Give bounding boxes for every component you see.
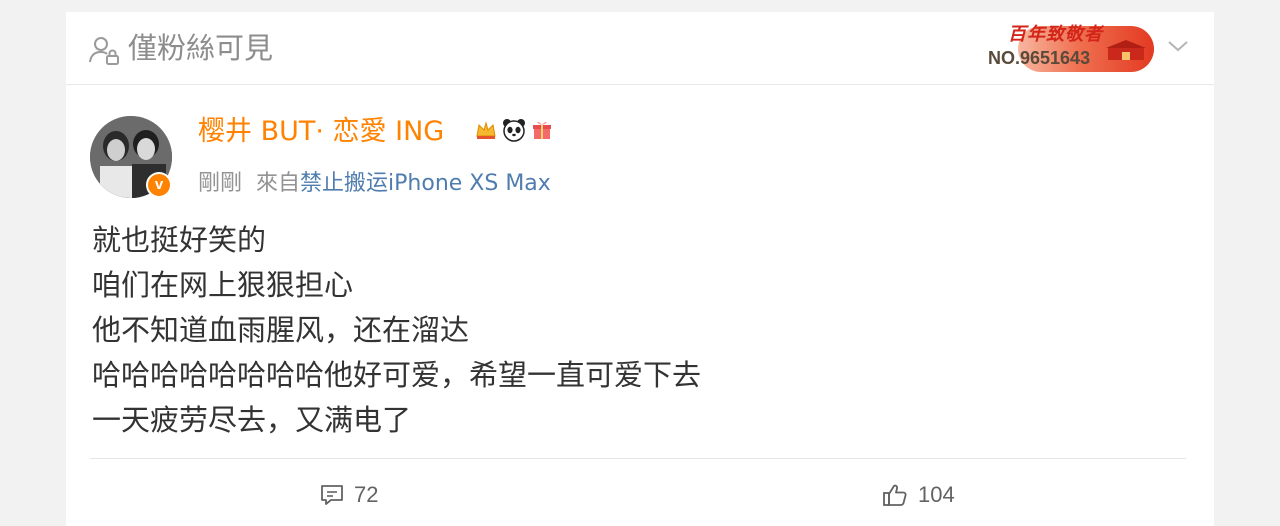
post-line: 咱们在网上狠狠担心: [92, 268, 354, 302]
thumbs-up-icon: [883, 484, 907, 506]
visibility-label: 僅粉絲可見: [128, 31, 274, 65]
badge-number: NO.9651643: [988, 48, 1091, 68]
author-emoji-icons: [474, 118, 554, 148]
anniversary-badge[interactable]: 百年致敬者 NO.9651643: [978, 16, 1162, 78]
comment-icon: [321, 485, 343, 505]
weibo-post-card: 僅粉絲可見 百年致敬者 NO.9651643 v 樱井 BUT· 恋愛 ING …: [66, 12, 1214, 526]
author-name[interactable]: 樱井 BUT· 恋愛 ING: [198, 114, 444, 150]
post-topbar: 僅粉絲可見 百年致敬者 NO.9651643: [66, 12, 1214, 85]
post-source-link[interactable]: 禁止搬运iPhone XS Max: [300, 171, 551, 196]
comment-count: 72: [354, 482, 379, 507]
post-line: 他不知道血雨腥风，还在溜达: [92, 313, 470, 347]
badge-title: 百年致敬者: [1008, 24, 1103, 45]
user-lock-icon: [89, 37, 119, 65]
divider: [90, 458, 1186, 459]
like-count: 104: [918, 482, 955, 507]
comment-button[interactable]: 72: [320, 478, 378, 512]
post-line: 哈哈哈哈哈哈哈哈他好可爱，希望一直可爱下去: [92, 358, 702, 392]
verified-v-icon: v: [146, 172, 172, 198]
post-time: 剛剛: [198, 171, 243, 196]
post-body: 就也挺好笑的 咱们在网上狠狠担心 他不知道血雨腥风，还在溜达 哈哈哈哈哈哈哈哈他…: [92, 218, 701, 443]
like-button[interactable]: 104: [882, 478, 955, 512]
crown-emoji-icon: [474, 118, 498, 142]
source-prefix: 來自: [256, 171, 301, 196]
building-icon: [1106, 40, 1146, 60]
post-line: 就也挺好笑的: [92, 223, 267, 257]
post-line: 一天疲劳尽去，又满电了: [92, 403, 412, 437]
chevron-down-icon[interactable]: [1166, 38, 1190, 54]
post-meta: 剛剛 來自禁止搬运iPhone XS Max: [198, 168, 551, 200]
panda-emoji-icon: [502, 118, 526, 142]
gift-emoji-icon: [530, 118, 554, 142]
